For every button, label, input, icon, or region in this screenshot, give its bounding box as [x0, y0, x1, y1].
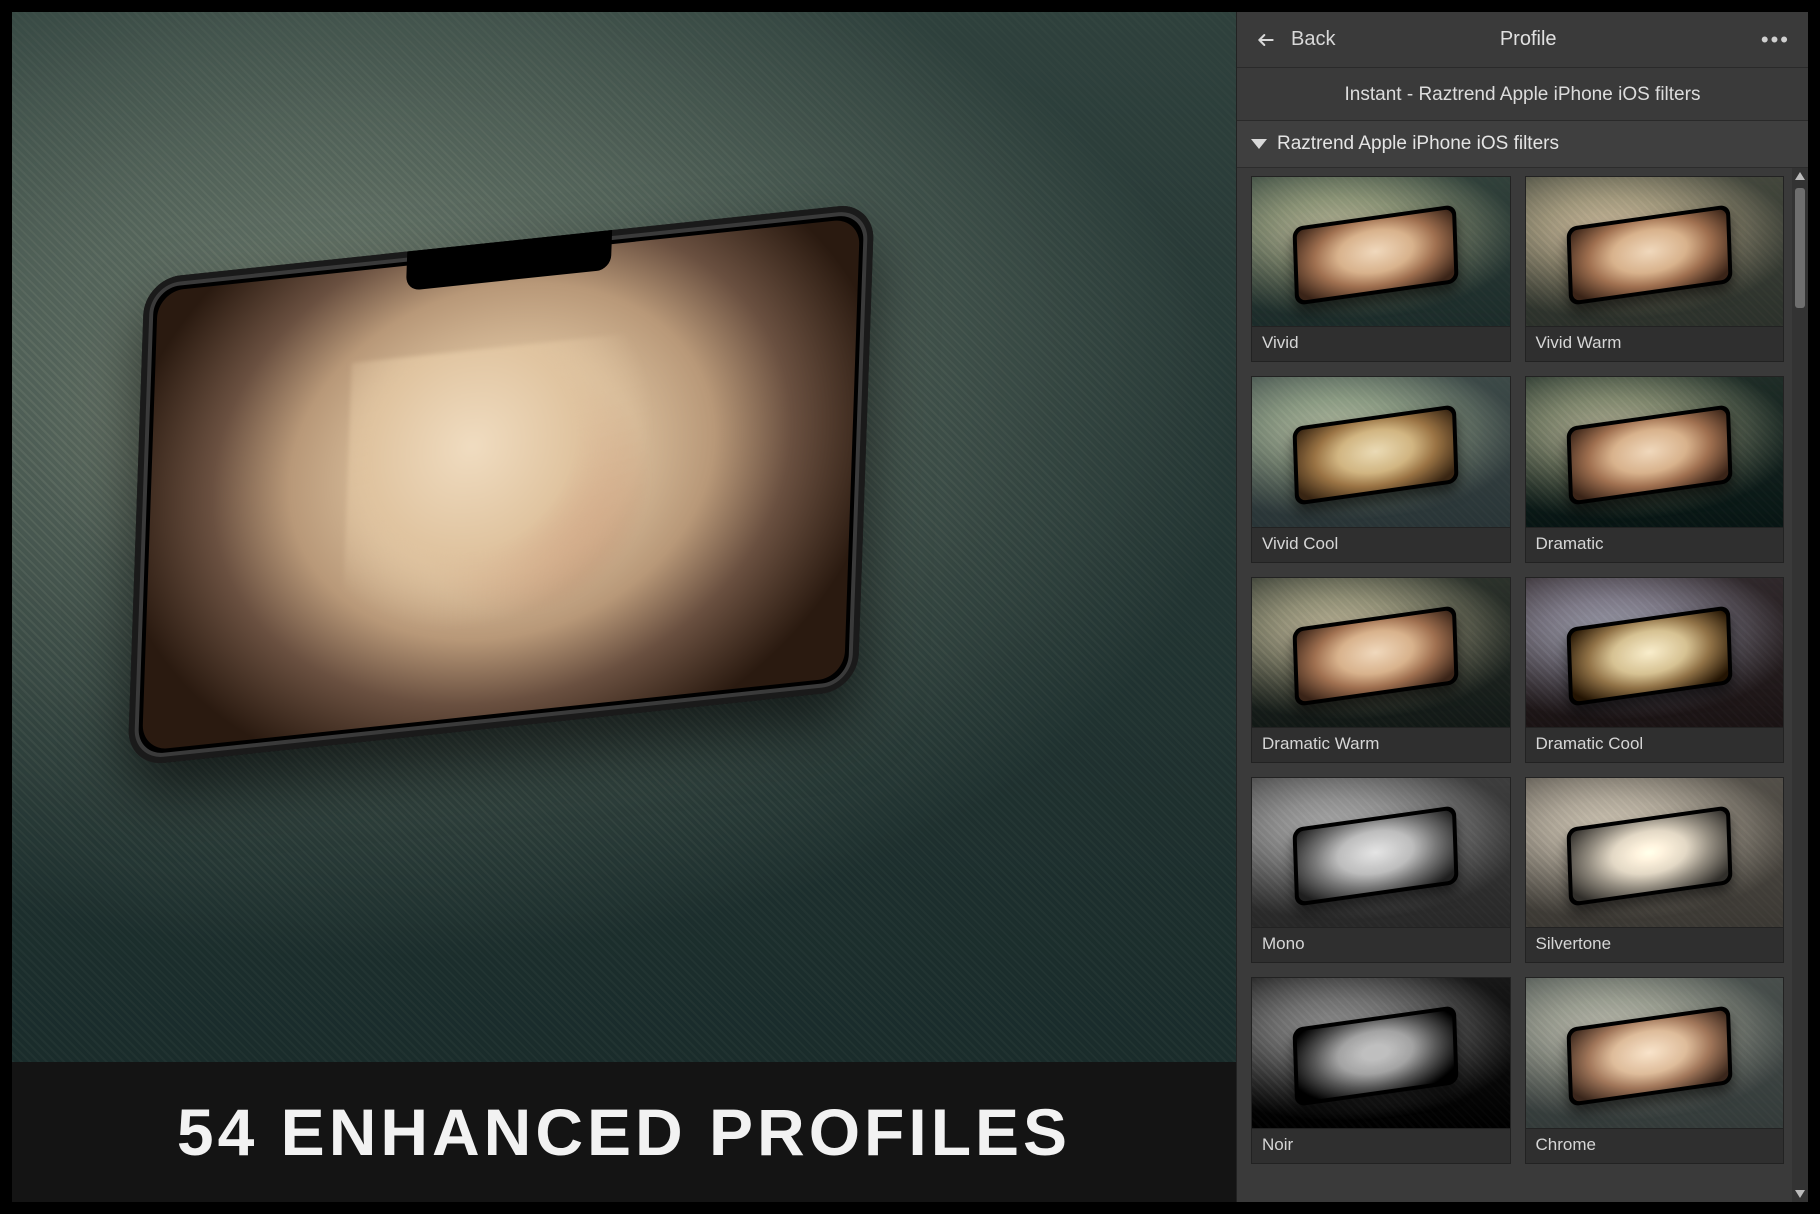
filter-thumb-dramatic[interactable]: Dramatic — [1525, 376, 1785, 562]
filter-thumb-label: Vivid Warm — [1526, 326, 1784, 361]
filter-thumb-label: Vivid Cool — [1252, 527, 1510, 562]
scroll-down-icon[interactable] — [1792, 1186, 1808, 1202]
filter-thumb-image — [1526, 377, 1784, 526]
preview-image — [12, 12, 1236, 1062]
filter-thumb-label: Dramatic Warm — [1252, 727, 1510, 762]
filter-group-header[interactable]: Raztrend Apple iPhone iOS filters — [1237, 121, 1808, 168]
panel-title: Profile — [1309, 28, 1746, 51]
filter-group-name: Raztrend Apple iPhone iOS filters — [1277, 133, 1559, 155]
filter-thumb-label: Mono — [1252, 927, 1510, 962]
filter-thumb-noir[interactable]: Noir — [1251, 977, 1511, 1163]
filter-thumb-dramatic-warm[interactable]: Dramatic Warm — [1251, 577, 1511, 763]
filter-thumb-image — [1252, 778, 1510, 927]
filter-thumb-vivid-warm[interactable]: Vivid Warm — [1525, 176, 1785, 362]
current-preset-label: Instant - Raztrend Apple iPhone iOS filt… — [1237, 68, 1808, 121]
filter-thumb-label: Chrome — [1526, 1128, 1784, 1163]
filter-thumb-mono[interactable]: Mono — [1251, 777, 1511, 963]
preview-phone — [128, 202, 875, 766]
filter-thumb-image — [1252, 978, 1510, 1127]
preview-phone-screen — [142, 218, 861, 751]
filter-thumb-label: Dramatic — [1526, 527, 1784, 562]
filter-thumb-label: Vivid — [1252, 326, 1510, 361]
preview-portrait — [342, 331, 661, 639]
promo-banner: 54 Enhanced Profiles — [12, 1062, 1236, 1202]
scroll-up-icon[interactable] — [1792, 168, 1808, 184]
back-arrow-icon[interactable] — [1255, 29, 1277, 51]
filter-thumb-image — [1252, 377, 1510, 526]
scrollbar-thumb[interactable] — [1795, 188, 1805, 308]
panel-header: Back Profile ••• — [1237, 12, 1808, 68]
filter-thumb-label: Noir — [1252, 1128, 1510, 1163]
filter-thumb-label: Dramatic Cool — [1526, 727, 1784, 762]
filter-thumb-label: Silvertone — [1526, 927, 1784, 962]
filter-thumb-image — [1526, 978, 1784, 1127]
preview-pane: 54 Enhanced Profiles — [12, 12, 1236, 1202]
filter-thumbnail-grid[interactable]: Vivid Vivid Warm Vivid Cool Dramatic Dramati… — [1237, 168, 1792, 1202]
filter-thumb-silvertone[interactable]: Silvertone — [1525, 777, 1785, 963]
scrollbar-track[interactable] — [1792, 168, 1808, 1202]
filter-thumb-vivid-cool[interactable]: Vivid Cool — [1251, 376, 1511, 562]
filter-thumb-image — [1252, 177, 1510, 326]
disclosure-triangle-icon — [1251, 139, 1267, 149]
filter-thumb-image — [1526, 578, 1784, 727]
filter-thumb-image — [1526, 177, 1784, 326]
filter-thumb-image — [1252, 578, 1510, 727]
filter-thumb-vivid[interactable]: Vivid — [1251, 176, 1511, 362]
filter-thumb-dramatic-cool[interactable]: Dramatic Cool — [1525, 577, 1785, 763]
profile-panel: Back Profile ••• Instant - Raztrend Appl… — [1236, 12, 1808, 1202]
promo-banner-text: 54 Enhanced Profiles — [177, 1094, 1071, 1170]
filter-thumb-chrome[interactable]: Chrome — [1525, 977, 1785, 1163]
more-options-icon[interactable]: ••• — [1761, 27, 1790, 53]
filter-thumb-image — [1526, 778, 1784, 927]
